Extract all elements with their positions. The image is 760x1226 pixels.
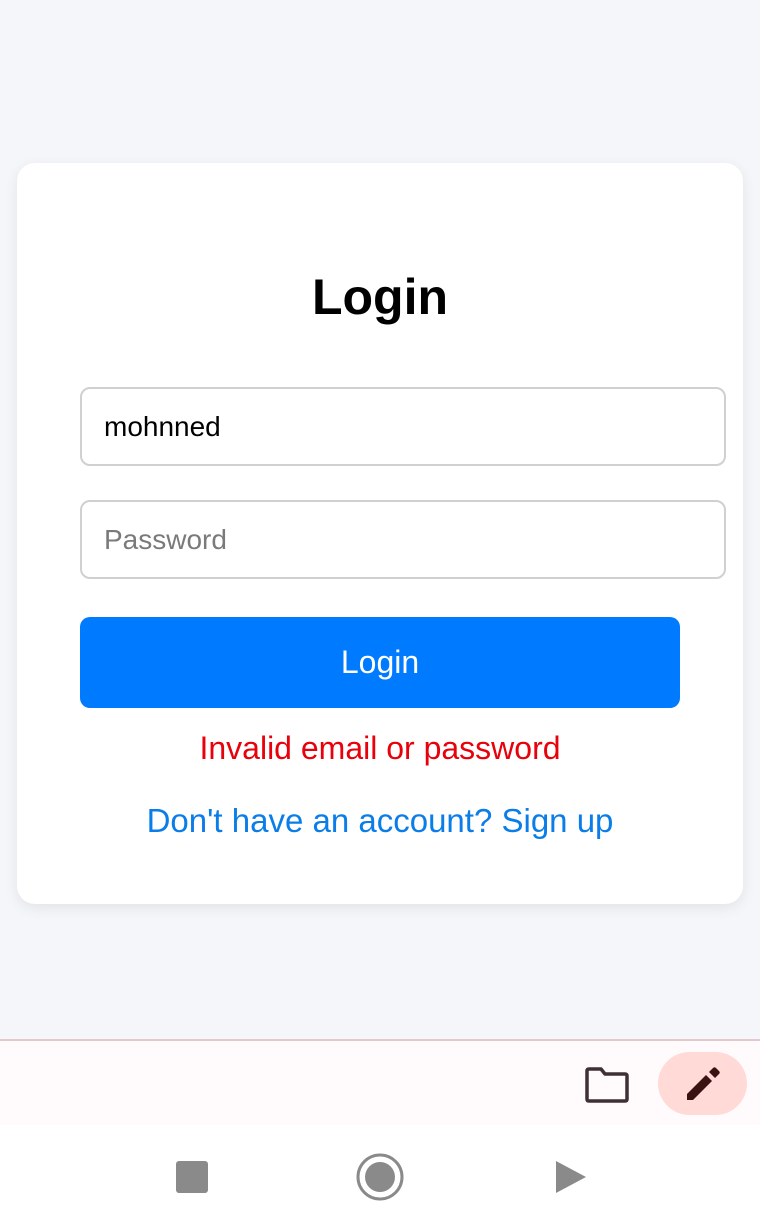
- email-field[interactable]: [80, 387, 726, 466]
- pencil-icon: [686, 1066, 720, 1100]
- folder-button[interactable]: [577, 1059, 637, 1111]
- login-card: Login Login Invalid email or password Do…: [17, 163, 743, 904]
- password-field[interactable]: [80, 500, 726, 579]
- app-area: Login Login Invalid email or password Do…: [0, 0, 760, 1039]
- signup-link[interactable]: Don't have an account? Sign up: [17, 800, 743, 842]
- back-button[interactable]: [540, 1147, 600, 1207]
- error-message: Invalid email or password: [199, 730, 561, 766]
- triangle-icon: [556, 1161, 586, 1193]
- folder-icon: [585, 1067, 629, 1103]
- page-title: Login: [311, 269, 449, 325]
- recents-button[interactable]: [162, 1147, 222, 1207]
- circle-icon: [356, 1153, 404, 1201]
- system-nav-bar: [0, 1125, 760, 1226]
- bottom-toolbar: [0, 1039, 760, 1125]
- edit-button[interactable]: [658, 1052, 747, 1115]
- home-button[interactable]: [350, 1147, 410, 1207]
- login-button[interactable]: Login: [80, 617, 680, 708]
- square-icon: [176, 1161, 208, 1193]
